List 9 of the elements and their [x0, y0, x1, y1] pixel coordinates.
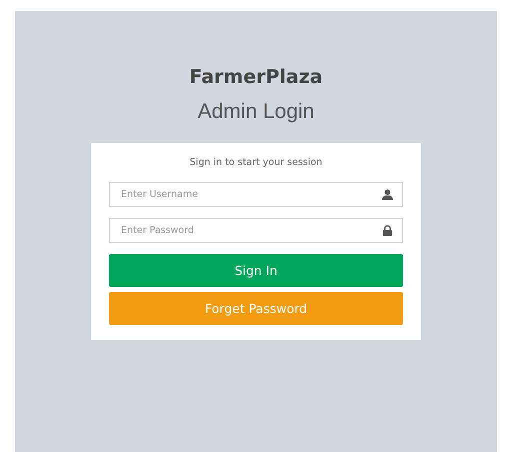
lock-icon	[382, 225, 393, 236]
username-field[interactable]: Enter Username	[109, 182, 403, 207]
page-heading: Admin Login	[198, 99, 314, 125]
sign-in-button[interactable]: Sign In	[109, 254, 403, 287]
password-field[interactable]: Enter Password	[109, 218, 403, 243]
forget-password-button[interactable]: Forget Password	[109, 292, 403, 325]
login-prompt: Sign in to start your session	[188, 157, 324, 168]
brand-title: FarmerPlaza	[189, 65, 323, 89]
user-icon	[382, 189, 393, 200]
